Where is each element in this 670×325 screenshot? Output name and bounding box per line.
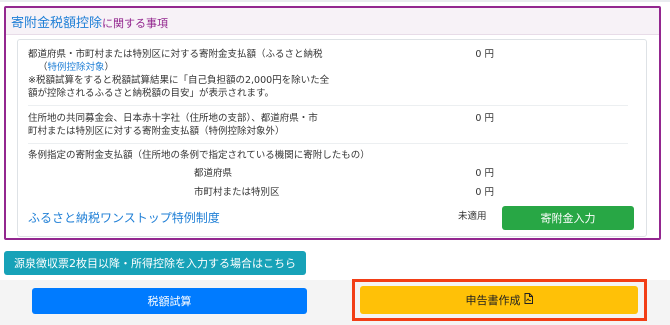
- donation-deduction-panel: 寄附金税額控除に関する事項 都道府県・市町村または特別区に対する寄附金支払額（ふ…: [4, 6, 661, 240]
- tax-calculation-button[interactable]: 税額試算: [32, 288, 307, 314]
- ordinance-municipality-label: 市町村または特別区: [194, 187, 280, 198]
- panel-title-main: 寄附金税額控除: [11, 16, 103, 31]
- furusato-label-line2: （特例控除対象）: [38, 61, 114, 74]
- furusato-paren-open: （: [38, 62, 48, 73]
- top-divider: [0, 0, 670, 2]
- row-separator: [28, 105, 628, 106]
- panel-title-suffix: に関する事項: [102, 17, 169, 30]
- panel-title: 寄附金税額控除に関する事項: [11, 12, 168, 31]
- create-return-highlight: [352, 279, 647, 321]
- special-deduction-link[interactable]: 特例控除対象: [48, 62, 105, 73]
- panel-header: 寄附金税額控除に関する事項: [6, 8, 659, 35]
- one-stop-title: ふるさと納税ワンストップ特例制度: [28, 211, 220, 225]
- donation-input-button[interactable]: 寄附金入力: [502, 206, 634, 230]
- furusato-label-line1: 都道府県・市町村または特別区に対する寄附金支払額（ふるさと納税: [28, 49, 323, 60]
- community-chest-label-line1: 住所地の共同募金会、日本赤十字社（住所地の支部）、都道府県・市: [28, 113, 318, 124]
- row-separator: [28, 143, 628, 144]
- community-chest-label-line2: 町村または特別区に対する寄附金支払額（特例控除対象外）: [28, 126, 285, 137]
- ordinance-label: 条例指定の寄附金支払額（住所地の条例で指定されている機関に寄附したもの）: [28, 150, 370, 161]
- ordinance-prefecture-label: 都道府県: [194, 168, 233, 179]
- withholding-slip-button[interactable]: 源泉徴収票2枚目以降・所得控除を入力する場合はこちら: [4, 251, 306, 275]
- furusato-note-line2: 額が控除されるふるさと納税額の目安」が表示されます。: [28, 88, 275, 99]
- furusato-note-line1: ※税額試算をすると税額試算結果に「自己負担額の2,000円を除いた全: [28, 75, 330, 86]
- ordinance-prefecture-value: 0 円: [475, 168, 494, 179]
- ordinance-municipality-value: 0 円: [475, 187, 494, 198]
- furusato-paren-close: ）: [104, 62, 115, 73]
- furusato-value: 0 円: [475, 49, 494, 60]
- one-stop-status: 未適用: [458, 211, 487, 222]
- donation-card: 都道府県・市町村または特別区に対する寄附金支払額（ふるさと納税 0 円 （特例控…: [17, 39, 647, 237]
- community-chest-value: 0 円: [475, 113, 494, 124]
